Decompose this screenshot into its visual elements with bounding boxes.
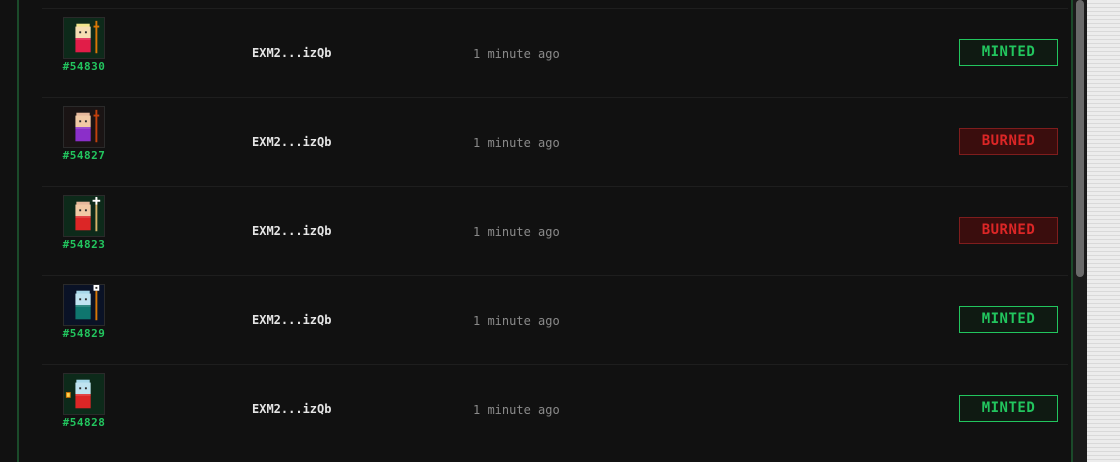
avatar-eye (84, 120, 87, 123)
activity-row[interactable]: #54827 EXM2...izQb 1 minute ago BURNED (42, 97, 1068, 186)
token-id[interactable]: #54823 (56, 238, 112, 251)
avatar-head (75, 382, 91, 394)
avatar-collar (75, 38, 91, 40)
avatar-collar (75, 216, 91, 218)
avatar-head (75, 293, 91, 305)
avatar-body (75, 216, 91, 231)
avatar-body (75, 305, 91, 320)
timestamp: 1 minute ago (473, 403, 560, 417)
wallet-address[interactable]: EXM2...izQb (252, 46, 331, 60)
avatar-body (75, 394, 91, 409)
nft-thumb-wrap[interactable]: #54828 (56, 373, 112, 429)
wallet-address[interactable]: EXM2...izQb (252, 313, 331, 327)
nft-avatar-image[interactable] (63, 195, 105, 237)
avatar-eye (79, 387, 82, 390)
avatar-collar (75, 305, 91, 307)
avatar-eye (79, 209, 82, 212)
activity-row[interactable]: #54828 EXM2...izQb 1 minute ago MINTED (42, 364, 1068, 453)
avatar-eye (79, 298, 82, 301)
timestamp: 1 minute ago (473, 225, 560, 239)
avatar-collar (75, 127, 91, 129)
activity-list: #54830 EXM2...izQb 1 minute ago MINTED #… (42, 8, 1068, 453)
avatar-orb-core (95, 286, 98, 289)
avatar-body (75, 127, 91, 142)
avatar-orb-staff (95, 290, 98, 321)
nft-avatar-image[interactable] (63, 373, 105, 415)
status-badge: MINTED (959, 395, 1058, 422)
nft-avatar-image[interactable] (63, 106, 105, 148)
nft-thumb-wrap[interactable]: #54827 (56, 106, 112, 162)
avatar-collar (75, 394, 91, 396)
token-id[interactable]: #54829 (56, 327, 112, 340)
timestamp: 1 minute ago (473, 314, 560, 328)
avatar-staff-tip (93, 25, 100, 28)
wallet-address[interactable]: EXM2...izQb (252, 224, 331, 238)
nft-avatar-image[interactable] (63, 17, 105, 59)
avatar-head (75, 26, 91, 38)
avatar-head (75, 115, 91, 127)
avatar-eye (84, 298, 87, 301)
avatar-cross-top (95, 196, 98, 205)
activity-row[interactable]: #54829 EXM2...izQb 1 minute ago MINTED (42, 275, 1068, 364)
scrollbar-thumb[interactable] (1076, 0, 1084, 277)
token-id[interactable]: #54828 (56, 416, 112, 429)
token-id[interactable]: #54830 (56, 60, 112, 73)
status-badge: MINTED (959, 306, 1058, 333)
nft-thumb-wrap[interactable]: #54829 (56, 284, 112, 340)
status-badge: BURNED (959, 128, 1058, 155)
panel-left-border (17, 0, 19, 462)
avatar-body (75, 38, 91, 53)
status-badge: BURNED (959, 217, 1058, 244)
avatar-head (75, 204, 91, 216)
scrollbar-track[interactable] (1073, 0, 1087, 462)
nft-thumb-wrap[interactable]: #54823 (56, 195, 112, 251)
status-badge: MINTED (959, 39, 1058, 66)
avatar-eye (84, 31, 87, 34)
activity-row[interactable]: #54830 EXM2...izQb 1 minute ago MINTED (42, 8, 1068, 97)
page-background-edge (1087, 0, 1120, 462)
wallet-address[interactable]: EXM2...izQb (252, 135, 331, 149)
wallet-address[interactable]: EXM2...izQb (252, 402, 331, 416)
avatar-eye (79, 31, 82, 34)
timestamp: 1 minute ago (473, 136, 560, 150)
avatar-eye (84, 209, 87, 212)
activity-panel: #54830 EXM2...izQb 1 minute ago MINTED #… (0, 0, 1120, 462)
avatar-lantern-light (66, 393, 70, 397)
token-id[interactable]: #54827 (56, 149, 112, 162)
activity-row[interactable]: #54823 EXM2...izQb 1 minute ago BURNED (42, 186, 1068, 275)
nft-avatar-image[interactable] (63, 284, 105, 326)
avatar-staff-tip (93, 114, 100, 117)
avatar-eye (79, 120, 82, 123)
timestamp: 1 minute ago (473, 47, 560, 61)
avatar-eye (84, 387, 87, 390)
nft-thumb-wrap[interactable]: #54830 (56, 17, 112, 73)
